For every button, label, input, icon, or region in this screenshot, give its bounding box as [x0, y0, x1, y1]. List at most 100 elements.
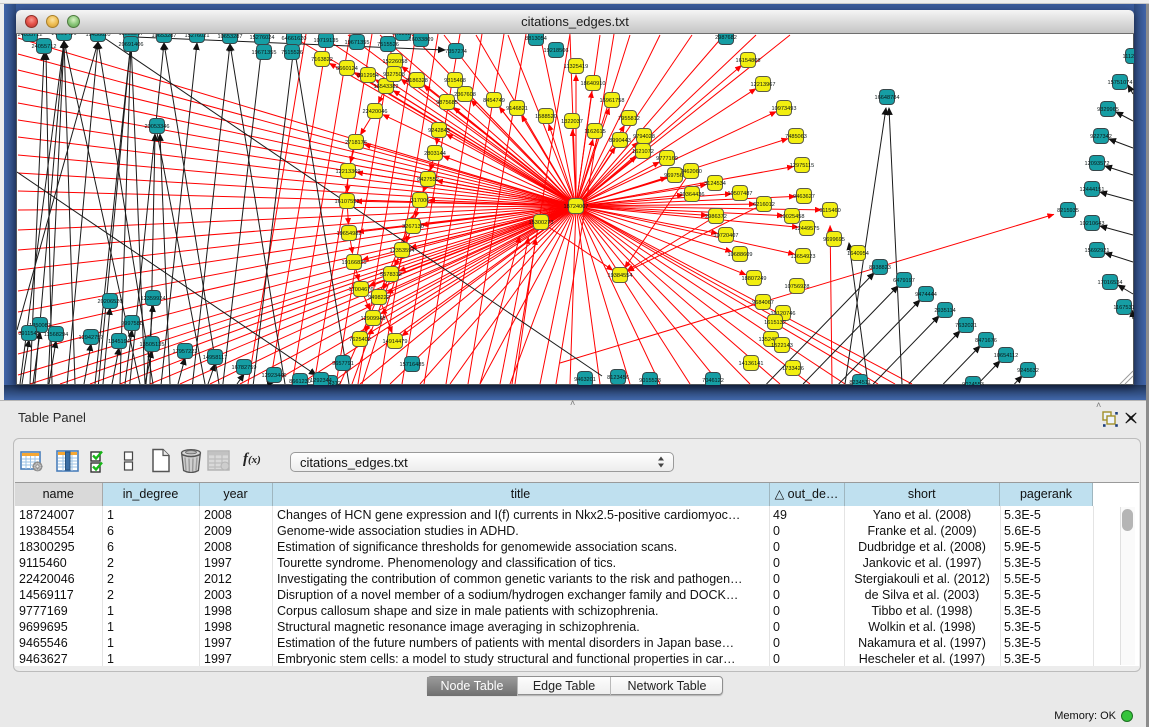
svg-text:10210643: 10210643 — [1080, 221, 1105, 227]
svg-text:1733426: 1733426 — [782, 366, 804, 372]
svg-text:9327508: 9327508 — [383, 72, 405, 78]
svg-text:9794028: 9794028 — [633, 134, 655, 140]
svg-text:1615132: 1615132 — [764, 320, 786, 326]
svg-text:8912954: 8912954 — [357, 73, 379, 79]
svg-text:9657791: 9657791 — [332, 361, 354, 367]
svg-text:10973493: 10973493 — [772, 106, 797, 112]
svg-text:9997588: 9997588 — [121, 321, 143, 327]
svg-text:8427552: 8427552 — [417, 177, 439, 183]
svg-text:1640954: 1640954 — [847, 251, 869, 257]
svg-text:2987682: 2987682 — [715, 35, 737, 41]
svg-text:17957223: 17957223 — [173, 349, 198, 355]
svg-text:20364436: 20364436 — [680, 192, 705, 198]
svg-text:18640910: 18640910 — [581, 81, 606, 87]
svg-text:2803144: 2803144 — [424, 151, 446, 157]
svg-text:8234511: 8234511 — [849, 380, 870, 385]
svg-text:16154808: 16154808 — [736, 58, 761, 64]
svg-text:16648784: 16648784 — [875, 95, 900, 101]
svg-text:14958117: 14958117 — [203, 355, 227, 361]
svg-text:1588520: 1588520 — [535, 114, 557, 120]
svg-text:3911542: 3911542 — [18, 331, 39, 337]
svg-text:1162615: 1162615 — [584, 129, 605, 135]
svg-text:8813054: 8813054 — [525, 36, 547, 42]
svg-text:7625402: 7625402 — [349, 337, 371, 343]
svg-text:19166825: 19166825 — [342, 260, 367, 266]
svg-text:12909948: 12909948 — [361, 316, 386, 322]
svg-text:11325419: 11325419 — [564, 64, 588, 70]
svg-text:16782759: 16782759 — [232, 365, 257, 371]
svg-text:19218506: 19218506 — [544, 48, 569, 54]
svg-text:16543382: 16543382 — [374, 84, 399, 90]
svg-text:2935114: 2935114 — [934, 308, 955, 314]
svg-text:2718176: 2718176 — [345, 140, 367, 146]
svg-text:1322037: 1322037 — [561, 119, 583, 125]
svg-text:10719135: 10719135 — [314, 38, 339, 44]
svg-text:8990443: 8990443 — [609, 138, 631, 144]
svg-text:18724007: 18724007 — [564, 204, 589, 210]
svg-text:1522143: 1522143 — [771, 343, 793, 349]
svg-text:19671355: 19671355 — [252, 50, 277, 56]
svg-text:20691406: 20691406 — [52, 34, 77, 37]
svg-text:19671355: 19671355 — [345, 40, 370, 46]
svg-text:8454749: 8454749 — [483, 98, 505, 104]
svg-text:16961758: 16961758 — [600, 98, 625, 104]
svg-text:1292344: 1292344 — [310, 378, 332, 384]
svg-text:9227342: 9227342 — [1090, 134, 1112, 140]
svg-text:12942757: 12942757 — [79, 335, 104, 341]
svg-text:7515526: 7515526 — [281, 50, 303, 56]
svg-text:10688609: 10688609 — [728, 252, 753, 258]
svg-text:15226058: 15226058 — [383, 59, 408, 65]
svg-text:8661230: 8661230 — [289, 379, 311, 385]
svg-text:12213967: 12213967 — [751, 82, 776, 88]
svg-text:14136141: 14136141 — [739, 361, 764, 367]
svg-text:8660124: 8660124 — [336, 66, 358, 72]
svg-text:8471676: 8471676 — [975, 338, 997, 344]
svg-text:12213369: 12213369 — [336, 169, 361, 175]
svg-text:15276024: 15276024 — [250, 35, 275, 41]
svg-text:1112541: 1112541 — [1123, 54, 1134, 60]
svg-text:15276021: 15276021 — [185, 34, 210, 39]
svg-text:17004676: 17004676 — [349, 287, 374, 293]
svg-text:12923446: 12923446 — [262, 373, 287, 379]
svg-text:10507487: 10507487 — [728, 191, 753, 197]
svg-text:10654112: 10654112 — [994, 353, 1018, 359]
svg-text:8123456: 8123456 — [607, 375, 629, 381]
svg-text:9684067: 9684067 — [752, 300, 774, 306]
svg-text:24055712: 24055712 — [18, 34, 43, 38]
svg-text:15692921: 15692921 — [1085, 248, 1110, 254]
svg-text:7515526: 7515526 — [377, 42, 399, 48]
svg-text:1167531: 1167531 — [1113, 305, 1134, 311]
svg-text:20691406: 20691406 — [119, 42, 144, 48]
svg-text:16033809: 16033809 — [409, 37, 434, 43]
svg-text:12444151: 12444151 — [1080, 187, 1105, 193]
svg-text:7046122: 7046122 — [702, 378, 724, 384]
svg-text:20053346: 20053346 — [145, 124, 170, 130]
svg-text:6479197: 6479197 — [893, 278, 915, 284]
svg-text:8186328: 8186328 — [406, 78, 428, 84]
svg-text:9146821: 9146821 — [506, 106, 528, 112]
svg-text:24055712: 24055712 — [32, 44, 57, 50]
svg-text:7632021: 7632021 — [955, 323, 977, 329]
svg-text:19456620: 19456620 — [86, 34, 111, 38]
svg-text:317006: 317006 — [411, 198, 430, 204]
svg-text:18807249: 18807249 — [742, 276, 767, 282]
svg-text:1345194: 1345194 — [108, 339, 130, 345]
svg-text:7485063: 7485063 — [785, 134, 807, 140]
svg-text:12359924: 12359924 — [141, 296, 166, 302]
svg-text:1621072: 1621072 — [632, 149, 654, 155]
svg-text:12353594: 12353594 — [390, 248, 415, 254]
svg-text:13654923: 13654923 — [791, 254, 816, 260]
svg-text:9015523: 9015523 — [639, 378, 661, 384]
svg-text:15716485: 15716485 — [400, 362, 425, 368]
svg-text:10653287: 10653287 — [152, 34, 177, 39]
svg-text:14914479: 14914479 — [383, 339, 408, 345]
svg-text:9463627: 9463627 — [793, 194, 815, 200]
svg-text:9245632: 9245632 — [1017, 368, 1039, 374]
svg-text:13505135: 13505135 — [140, 342, 165, 348]
svg-text:9115460: 9115460 — [819, 208, 840, 214]
svg-text:16107552: 16107552 — [335, 199, 360, 205]
svg-text:8938823: 8938823 — [869, 265, 891, 271]
svg-text:19384554: 19384554 — [608, 273, 633, 279]
svg-text:10720407: 10720407 — [714, 233, 739, 239]
svg-text:19654982: 19654982 — [337, 231, 362, 237]
